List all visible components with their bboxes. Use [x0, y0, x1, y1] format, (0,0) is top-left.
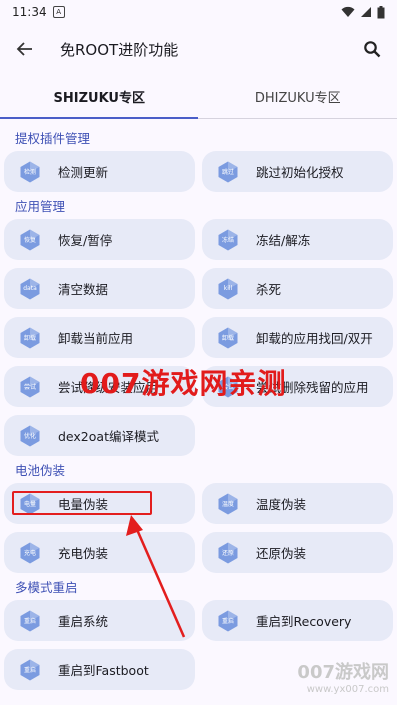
icon-label: kill [223, 285, 233, 292]
feature-card[interactable]: 尝试 尝试删除残留的应用 [202, 366, 393, 407]
feature-card[interactable]: 检测 检测更新 [4, 151, 195, 192]
icon-label: 优化 [23, 433, 36, 440]
app-bar: 免ROOT进阶功能 [0, 24, 397, 74]
logo-url: www.yx007.com [306, 684, 389, 695]
icon-label: 重启 [23, 667, 36, 674]
feature-card[interactable]: kill 杀死 [202, 268, 393, 309]
hexagon-icon: 恢复 [18, 228, 42, 252]
section-grid-app-management: 恢复 恢复/暂停 冻结 冻结/解冻 data 清空数据 kill 杀死 卸载 卸载当前应用 卸载 卸载… [0, 219, 397, 456]
hexagon-icon: 还原 [216, 541, 240, 565]
section-title-reboot: 多模式重启 [15, 580, 78, 595]
hexagon-icon: 检测 [18, 160, 42, 184]
icon-label: 冻结 [221, 237, 234, 244]
signal-icon [361, 7, 371, 17]
hexagon-icon: 尝试 [216, 375, 240, 399]
tab-bar: SHIZUKU专区 DHIZUKU专区 [0, 74, 397, 119]
hexagon-icon: 重启 [216, 609, 240, 633]
hexagon-icon: 冻结 [216, 228, 240, 252]
feature-label: 清空数据 [58, 282, 109, 297]
feature-label: 卸载当前应用 [58, 331, 134, 346]
feature-card[interactable]: 卸载 卸载的应用找回/双开 [202, 317, 393, 358]
feature-label: 还原伪装 [256, 546, 307, 561]
section-title-permission: 提权插件管理 [15, 131, 91, 146]
hexagon-icon: 优化 [18, 424, 42, 448]
icon-label: 卸载 [221, 335, 234, 342]
feature-card[interactable]: 重启 重启系统 [4, 600, 195, 641]
feature-card[interactable]: 优化 dex2oat编译模式 [4, 415, 195, 456]
icon-label: 恢复 [23, 237, 36, 244]
feature-card[interactable]: 充电 充电伪装 [4, 532, 195, 573]
icon-label: 跳过 [221, 169, 234, 176]
section-grid-permission: 检测 检测更新 跳过 跳过初始化授权 [0, 151, 397, 192]
hexagon-icon: 重启 [18, 658, 42, 682]
icon-label: 卸载 [23, 335, 36, 342]
hexagon-icon: 尝试 [18, 375, 42, 399]
icon-label: 重启 [221, 618, 234, 625]
feature-label: 卸载的应用找回/双开 [256, 331, 373, 346]
icon-label: 重启 [23, 618, 36, 625]
hexagon-icon: 跳过 [216, 160, 240, 184]
feature-card[interactable]: 冻结 冻结/解冻 [202, 219, 393, 260]
feature-label: 跳过初始化授权 [256, 165, 344, 180]
icon-label: 温度 [221, 501, 234, 508]
hexagon-icon: 卸载 [18, 326, 42, 350]
feature-card[interactable]: 温度 温度伪装 [202, 483, 393, 524]
status-bar: 11:34 A [0, 0, 397, 24]
tab-shizuku[interactable]: SHIZUKU专区 [0, 74, 199, 118]
feature-label: 充电伪装 [58, 546, 109, 561]
icon-label: 尝试 [23, 384, 36, 391]
icon-label: 充电 [23, 550, 36, 557]
section-title-app-management: 应用管理 [15, 199, 66, 214]
arrow-back-icon [16, 42, 32, 56]
icon-label: 还原 [221, 550, 234, 557]
icon-label: data [23, 285, 37, 292]
back-button[interactable] [8, 32, 42, 66]
feature-label: 杀死 [256, 282, 282, 297]
feature-card[interactable]: 重启 重启到Recovery [202, 600, 393, 641]
feature-card[interactable]: data 清空数据 [4, 268, 195, 309]
hexagon-icon: kill [216, 277, 240, 301]
feature-label: 重启系统 [58, 614, 109, 629]
feature-card[interactable]: 跳过 跳过初始化授权 [202, 151, 393, 192]
feature-card[interactable]: 重启 重启到Fastboot [4, 649, 195, 690]
annotation-highlight-box [12, 491, 152, 515]
feature-label: 冻结/解冻 [256, 233, 311, 248]
feature-label: 重启到Recovery [256, 614, 352, 629]
feature-label: 恢复/暂停 [58, 233, 113, 248]
hexagon-icon: 重启 [18, 609, 42, 633]
hexagon-icon: 温度 [216, 492, 240, 516]
page-title: 免ROOT进阶功能 [60, 40, 179, 59]
hexagon-icon: 充电 [18, 541, 42, 565]
notification-badge-icon: A [52, 6, 65, 18]
icon-label: 检测 [23, 169, 36, 176]
feature-card[interactable]: 尝试 尝试降级安装应用 [4, 366, 195, 407]
feature-card[interactable]: 恢复 恢复/暂停 [4, 219, 195, 260]
wifi-icon [341, 6, 355, 17]
site-logo: 007游戏网 www.yx007.com [297, 658, 389, 695]
search-button[interactable] [355, 32, 389, 66]
tab-dhizuku[interactable]: DHIZUKU专区 [199, 74, 397, 118]
status-time: 11:34 [12, 5, 47, 19]
logo-text: 007游戏网 [297, 662, 389, 683]
feature-label: 检测更新 [58, 165, 109, 180]
feature-card[interactable]: 卸载 卸载当前应用 [4, 317, 195, 358]
feature-card[interactable]: 还原 还原伪装 [202, 532, 393, 573]
search-icon [364, 41, 381, 58]
hexagon-icon: data [18, 277, 42, 301]
feature-label: 尝试删除残留的应用 [256, 380, 369, 395]
feature-label: dex2oat编译模式 [58, 429, 159, 444]
hexagon-icon: 卸载 [216, 326, 240, 350]
feature-label: 重启到Fastboot [58, 663, 149, 678]
section-title-battery: 电池伪装 [15, 463, 66, 478]
feature-label: 尝试降级安装应用 [58, 380, 159, 395]
icon-label: 尝试 [221, 384, 234, 391]
battery-icon [377, 5, 385, 18]
feature-label: 温度伪装 [256, 497, 307, 512]
